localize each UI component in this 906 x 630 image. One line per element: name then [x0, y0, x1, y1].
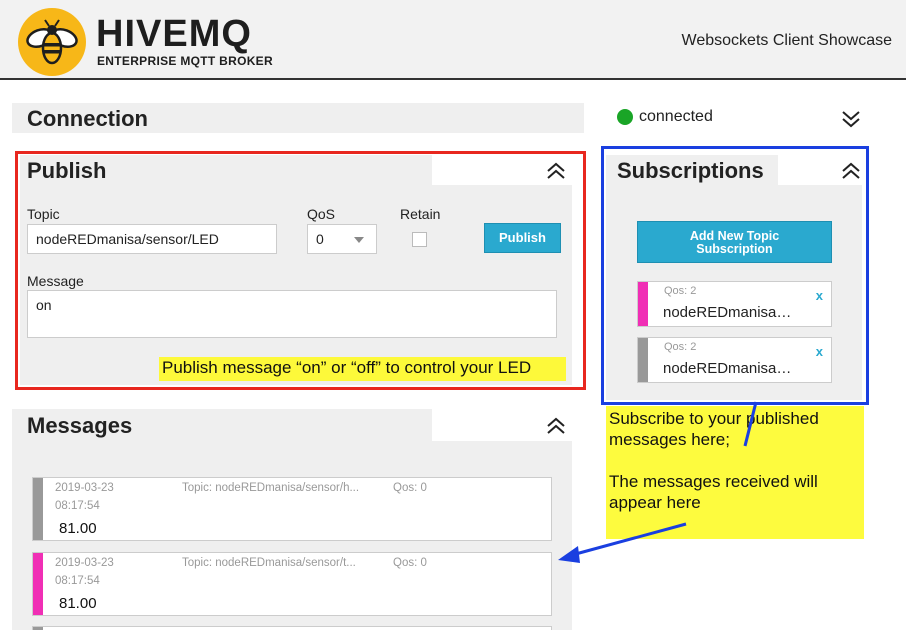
messages-title: Messages [27, 413, 133, 438]
message-date: 2019-03-23 [55, 482, 114, 494]
showcase-title: Websockets Client Showcase [681, 32, 892, 49]
subscriptions-highlight-box [601, 146, 869, 405]
logo-subtitle: ENTERPRISE MQTT BROKER [97, 54, 273, 68]
message-value: 81.00 [59, 520, 97, 537]
connection-title: Connection [27, 106, 148, 131]
message-color-stripe [33, 478, 43, 540]
subscribe-annotation-line2: The messages received will appear here [609, 472, 818, 512]
publish-highlight-box [15, 151, 586, 390]
message-date: 2019-03-23 [55, 557, 114, 569]
message-item: 2019-03-23 08:17:54 Topic: nodeREDmanisa… [32, 552, 552, 616]
logo-text: HIVEMQ [96, 13, 252, 55]
message-item [32, 626, 552, 630]
message-time: 08:17:54 [55, 500, 100, 512]
subscribe-annotation: Subscribe to your published messages her… [606, 406, 864, 539]
header: HIVEMQ ENTERPRISE MQTT BROKER Websockets… [0, 0, 906, 80]
message-item: 2019-03-23 08:17:54 Topic: nodeREDmanisa… [32, 477, 552, 541]
message-time: 08:17:54 [55, 575, 100, 587]
connection-status: connected [639, 108, 713, 125]
message-topic: Topic: nodeREDmanisa/sensor/h... [182, 482, 360, 494]
hivemq-bee-logo-icon [18, 8, 86, 76]
message-value: 81.00 [59, 595, 97, 612]
status-indicator-icon [617, 109, 633, 125]
collapse-chevron-icon[interactable] [545, 415, 567, 437]
message-topic: Topic: nodeREDmanisa/sensor/t... [182, 557, 356, 569]
message-qos: Qos: 0 [393, 482, 427, 494]
subscribe-annotation-line1: Subscribe to your published messages her… [609, 409, 819, 449]
message-qos: Qos: 0 [393, 557, 427, 569]
message-color-stripe [33, 553, 43, 615]
expand-chevron-icon[interactable] [840, 108, 862, 130]
